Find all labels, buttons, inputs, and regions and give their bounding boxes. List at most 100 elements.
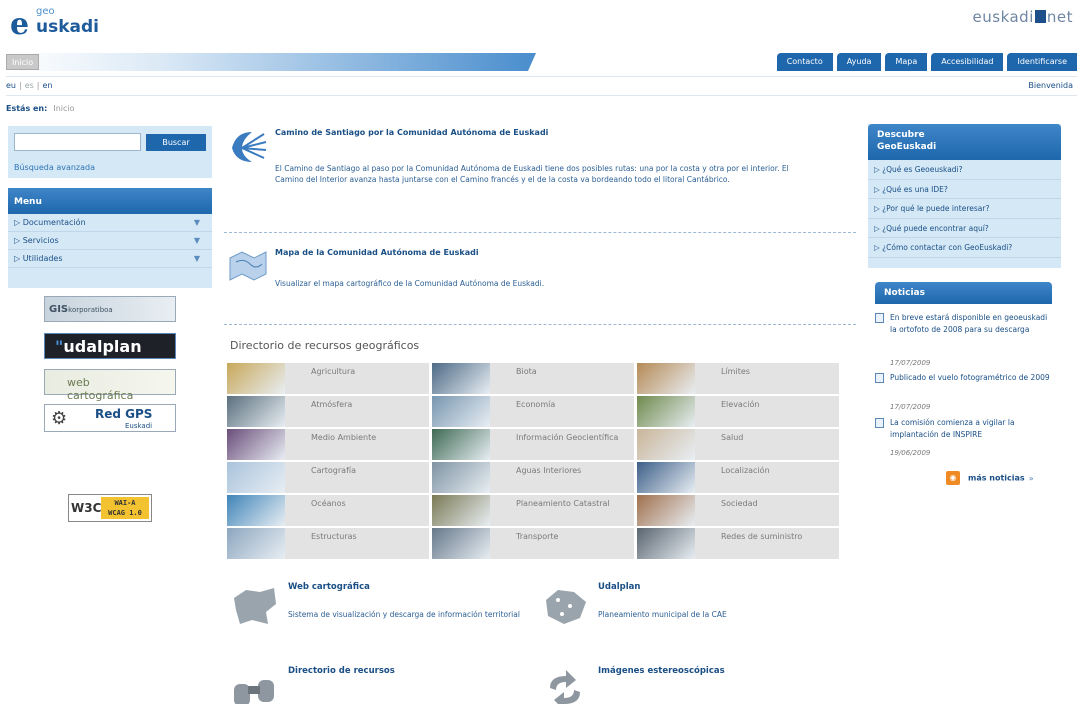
descubre-item[interactable]: ▷ ¿Cómo contactar con GeoEuskadi? — [868, 238, 1061, 258]
gis-korporatiboa-banner[interactable]: GISkorporatiboa — [44, 296, 176, 322]
directory-label: Localización — [721, 466, 770, 475]
directory-cell[interactable]: Sociedad — [637, 495, 839, 526]
directory-cell[interactable]: Atmósfera — [227, 396, 429, 427]
bottom-title[interactable]: Web cartográfica — [288, 582, 370, 592]
directory-label: Sociedad — [721, 499, 758, 508]
directory-label: Atmósfera — [311, 400, 353, 409]
directory-thumbnail — [637, 462, 695, 493]
menu-item-label: Servicios — [22, 236, 59, 245]
udalplan-banner[interactable]: "udalplan — [44, 333, 176, 359]
bottom-title[interactable]: Imágenes estereoscópicas — [598, 666, 725, 676]
bottom-text: Planeamiento municipal de la CAE — [598, 610, 727, 619]
news-text[interactable]: Publicado el vuelo fotogramétrico de 200… — [890, 372, 1052, 384]
scallop-shell-icon — [232, 132, 267, 162]
breadcrumb-label: Estás en: — [6, 104, 48, 113]
euskadi-map-icon — [234, 588, 276, 624]
directory-label: Límites — [721, 367, 750, 376]
gps-title: Red GPS — [95, 407, 153, 421]
search-button[interactable]: Buscar — [146, 134, 206, 151]
directory-thumbnail — [227, 462, 285, 493]
directory-cell[interactable]: Límites — [637, 363, 839, 394]
news-item: La comisión comienza a vigilar la implan… — [875, 417, 1055, 462]
search-box: Buscar Búsqueda avanzada — [8, 126, 212, 178]
directory-thumbnail — [227, 528, 285, 559]
more-news-link[interactable]: ◉ más noticias» — [946, 471, 1034, 485]
news-item: En breve estará disponible en geoeuskadi… — [875, 312, 1055, 367]
descubre-item[interactable]: ▷ ¿Qué es Geoeuskadi? — [868, 160, 1061, 180]
map-icon — [229, 251, 267, 281]
chevron-down-icon: ▼ — [193, 236, 200, 245]
logo-geo: geo — [36, 6, 55, 17]
directory-cell[interactable]: Biota — [432, 363, 634, 394]
directory-cell[interactable]: Océanos — [227, 495, 429, 526]
directory-thumbnail — [227, 363, 285, 394]
menu-item-documentacion[interactable]: ▷ Documentación ▼ — [8, 214, 212, 232]
directory-cell[interactable]: Elevación — [637, 396, 839, 427]
menu-item-utilidades[interactable]: ▷ Utilidades ▼ — [8, 250, 212, 268]
directory-cell[interactable]: Salud — [637, 429, 839, 460]
featured-title[interactable]: Mapa de la Comunidad Autónoma de Euskadi — [275, 248, 479, 257]
tab-ayuda[interactable]: Ayuda — [836, 53, 882, 71]
gis-main: GIS — [49, 304, 69, 315]
geoeuskadi-logo[interactable]: e geo uskadi — [10, 6, 130, 40]
menu-title: Menu — [8, 188, 212, 214]
lang-en[interactable]: en — [43, 81, 53, 90]
menu-panel: Menu ▷ Documentación ▼ ▷ Servicios ▼ ▷ Uti… — [8, 188, 212, 288]
directory-cell[interactable]: Información Geocientífica — [432, 429, 634, 460]
descubre-item[interactable]: ▷ ¿Qué puede encontrar aquí? — [868, 219, 1061, 238]
top-navigation-bar: Inicio Contacto Ayuda Mapa Accesibilidad… — [6, 53, 1077, 71]
directory-cell[interactable]: Estructuras — [227, 528, 429, 559]
language-selector: eu | es | en — [6, 81, 53, 90]
topbar-gradient — [6, 53, 536, 71]
logo-e: e — [10, 7, 30, 42]
red-gps-banner[interactable]: ⚙ Red GPS Euskadi — [44, 404, 176, 432]
directory-label: Economía — [516, 400, 556, 409]
directory-cell[interactable]: Redes de suministro — [637, 528, 839, 559]
tab-contacto[interactable]: Contacto — [776, 53, 833, 71]
directory-cell[interactable]: Transporte — [432, 528, 634, 559]
directory-thumbnail — [637, 495, 695, 526]
tab-identificarse[interactable]: Identificarse — [1007, 53, 1077, 71]
descubre-item[interactable]: ▷ ¿Qué es una IDE? — [868, 180, 1061, 199]
directory-cell[interactable]: Planeamiento Catastral — [432, 495, 634, 526]
directory-thumbnail — [432, 396, 490, 427]
document-icon — [875, 373, 884, 383]
directory-thumbnail — [637, 363, 695, 394]
news-date: 17/07/2009 — [890, 359, 931, 367]
descubre-title: Descubre GeoEuskadi — [868, 124, 1061, 160]
bienvenida-link[interactable]: Bienvenida — [1028, 81, 1073, 90]
menu-item-servicios[interactable]: ▷ Servicios ▼ — [8, 232, 212, 250]
advanced-search-link[interactable]: Búsqueda avanzada — [14, 163, 95, 172]
featured-mapa: Mapa de la Comunidad Autónoma de Euskadi… — [228, 248, 856, 298]
directory-label: Océanos — [311, 499, 346, 508]
euskadinet-logo[interactable]: euskadi net — [973, 8, 1073, 26]
euskadinet-logo-left: euskadi — [972, 8, 1034, 26]
rss-icon[interactable]: ◉ — [946, 471, 960, 485]
news-text[interactable]: La comisión comienza a vigilar la implan… — [890, 417, 1052, 441]
directory-cell[interactable]: Medio Ambiente — [227, 429, 429, 460]
bottom-imagenes: Imágenes estereoscópicas — [540, 666, 840, 704]
directory-thumbnail — [432, 462, 490, 493]
search-input[interactable] — [14, 133, 141, 151]
directory-cell[interactable]: Cartografía — [227, 462, 429, 493]
tab-accesibilidad[interactable]: Accesibilidad — [931, 53, 1004, 71]
directory-cell[interactable]: Localización — [637, 462, 839, 493]
breadcrumb-item: Inicio — [53, 104, 75, 113]
inicio-tab[interactable]: Inicio — [6, 54, 40, 70]
directory-cell[interactable]: Economía — [432, 396, 634, 427]
descubre-item[interactable]: ▷ ¿Por qué le puede interesar? — [868, 199, 1061, 219]
bottom-title[interactable]: Udalplan — [598, 582, 640, 592]
bottom-title[interactable]: Directorio de recursos — [288, 666, 395, 676]
directory-cell[interactable]: Aguas Interiores — [432, 462, 634, 493]
lang-eu[interactable]: eu — [6, 81, 16, 90]
directory-label: Planeamiento Catastral — [516, 499, 610, 508]
wai-a-badge[interactable]: W3C WAI-A WCAG 1.0 — [68, 494, 152, 522]
featured-camino: Camino de Santiago por la Comunidad Autó… — [228, 128, 856, 198]
directory-label: Transporte — [516, 532, 559, 541]
wai-label: WAI-A WCAG 1.0 — [101, 497, 149, 519]
web-cartografica-banner[interactable]: web cartográfica — [44, 369, 176, 402]
news-text[interactable]: En breve estará disponible en geoeuskadi… — [890, 312, 1052, 336]
tab-mapa[interactable]: Mapa — [885, 53, 928, 71]
directory-cell[interactable]: Agricultura — [227, 363, 429, 394]
featured-title[interactable]: Camino de Santiago por la Comunidad Autó… — [275, 128, 548, 137]
